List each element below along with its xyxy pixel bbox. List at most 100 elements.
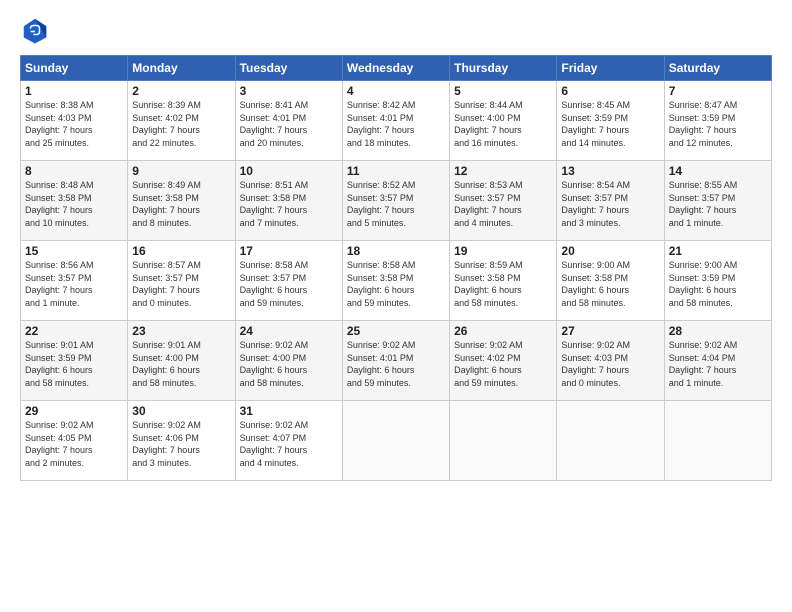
calendar-cell: 5Sunrise: 8:44 AMSunset: 4:00 PMDaylight… — [450, 81, 557, 161]
calendar-cell: 31Sunrise: 9:02 AMSunset: 4:07 PMDayligh… — [235, 401, 342, 481]
logo-icon — [20, 15, 50, 45]
calendar-cell: 9Sunrise: 8:49 AMSunset: 3:58 PMDaylight… — [128, 161, 235, 241]
day-number: 23 — [132, 324, 230, 338]
cell-info: Sunrise: 9:02 AMSunset: 4:02 PMDaylight:… — [454, 339, 552, 389]
cell-info: Sunrise: 9:02 AMSunset: 4:05 PMDaylight:… — [25, 419, 123, 469]
day-number: 18 — [347, 244, 445, 258]
calendar-cell: 14Sunrise: 8:55 AMSunset: 3:57 PMDayligh… — [664, 161, 771, 241]
day-number: 8 — [25, 164, 123, 178]
day-number: 26 — [454, 324, 552, 338]
cell-info: Sunrise: 8:53 AMSunset: 3:57 PMDaylight:… — [454, 179, 552, 229]
day-number: 28 — [669, 324, 767, 338]
calendar-cell: 11Sunrise: 8:52 AMSunset: 3:57 PMDayligh… — [342, 161, 449, 241]
cell-info: Sunrise: 8:49 AMSunset: 3:58 PMDaylight:… — [132, 179, 230, 229]
calendar-cell: 30Sunrise: 9:02 AMSunset: 4:06 PMDayligh… — [128, 401, 235, 481]
calendar-cell: 19Sunrise: 8:59 AMSunset: 3:58 PMDayligh… — [450, 241, 557, 321]
cell-info: Sunrise: 9:00 AMSunset: 3:59 PMDaylight:… — [669, 259, 767, 309]
calendar-header-saturday: Saturday — [664, 56, 771, 81]
day-number: 6 — [561, 84, 659, 98]
calendar-week-5: 29Sunrise: 9:02 AMSunset: 4:05 PMDayligh… — [21, 401, 772, 481]
calendar-week-1: 1Sunrise: 8:38 AMSunset: 4:03 PMDaylight… — [21, 81, 772, 161]
cell-info: Sunrise: 8:58 AMSunset: 3:58 PMDaylight:… — [347, 259, 445, 309]
day-number: 27 — [561, 324, 659, 338]
calendar-cell: 28Sunrise: 9:02 AMSunset: 4:04 PMDayligh… — [664, 321, 771, 401]
cell-info: Sunrise: 8:45 AMSunset: 3:59 PMDaylight:… — [561, 99, 659, 149]
day-number: 1 — [25, 84, 123, 98]
day-number: 7 — [669, 84, 767, 98]
day-number: 3 — [240, 84, 338, 98]
calendar-header-tuesday: Tuesday — [235, 56, 342, 81]
calendar-cell: 3Sunrise: 8:41 AMSunset: 4:01 PMDaylight… — [235, 81, 342, 161]
logo — [20, 15, 54, 45]
day-number: 20 — [561, 244, 659, 258]
calendar-cell: 16Sunrise: 8:57 AMSunset: 3:57 PMDayligh… — [128, 241, 235, 321]
cell-info: Sunrise: 8:59 AMSunset: 3:58 PMDaylight:… — [454, 259, 552, 309]
day-number: 12 — [454, 164, 552, 178]
calendar-week-4: 22Sunrise: 9:01 AMSunset: 3:59 PMDayligh… — [21, 321, 772, 401]
calendar-header-sunday: Sunday — [21, 56, 128, 81]
calendar-cell: 24Sunrise: 9:02 AMSunset: 4:00 PMDayligh… — [235, 321, 342, 401]
header — [20, 15, 772, 45]
calendar-cell — [664, 401, 771, 481]
day-number: 15 — [25, 244, 123, 258]
day-number: 17 — [240, 244, 338, 258]
cell-info: Sunrise: 8:58 AMSunset: 3:57 PMDaylight:… — [240, 259, 338, 309]
calendar-cell: 12Sunrise: 8:53 AMSunset: 3:57 PMDayligh… — [450, 161, 557, 241]
page: SundayMondayTuesdayWednesdayThursdayFrid… — [0, 0, 792, 496]
cell-info: Sunrise: 8:44 AMSunset: 4:00 PMDaylight:… — [454, 99, 552, 149]
calendar-cell: 2Sunrise: 8:39 AMSunset: 4:02 PMDaylight… — [128, 81, 235, 161]
calendar-cell: 26Sunrise: 9:02 AMSunset: 4:02 PMDayligh… — [450, 321, 557, 401]
cell-info: Sunrise: 9:01 AMSunset: 3:59 PMDaylight:… — [25, 339, 123, 389]
day-number: 2 — [132, 84, 230, 98]
cell-info: Sunrise: 9:00 AMSunset: 3:58 PMDaylight:… — [561, 259, 659, 309]
calendar-cell: 20Sunrise: 9:00 AMSunset: 3:58 PMDayligh… — [557, 241, 664, 321]
calendar-week-2: 8Sunrise: 8:48 AMSunset: 3:58 PMDaylight… — [21, 161, 772, 241]
day-number: 4 — [347, 84, 445, 98]
cell-info: Sunrise: 8:56 AMSunset: 3:57 PMDaylight:… — [25, 259, 123, 309]
calendar-header-thursday: Thursday — [450, 56, 557, 81]
day-number: 25 — [347, 324, 445, 338]
calendar-cell: 10Sunrise: 8:51 AMSunset: 3:58 PMDayligh… — [235, 161, 342, 241]
calendar-cell: 25Sunrise: 9:02 AMSunset: 4:01 PMDayligh… — [342, 321, 449, 401]
cell-info: Sunrise: 8:54 AMSunset: 3:57 PMDaylight:… — [561, 179, 659, 229]
calendar-header-wednesday: Wednesday — [342, 56, 449, 81]
calendar-cell — [557, 401, 664, 481]
day-number: 30 — [132, 404, 230, 418]
cell-info: Sunrise: 8:57 AMSunset: 3:57 PMDaylight:… — [132, 259, 230, 309]
calendar-cell: 1Sunrise: 8:38 AMSunset: 4:03 PMDaylight… — [21, 81, 128, 161]
cell-info: Sunrise: 9:02 AMSunset: 4:06 PMDaylight:… — [132, 419, 230, 469]
cell-info: Sunrise: 8:51 AMSunset: 3:58 PMDaylight:… — [240, 179, 338, 229]
cell-info: Sunrise: 9:02 AMSunset: 4:01 PMDaylight:… — [347, 339, 445, 389]
cell-info: Sunrise: 9:01 AMSunset: 4:00 PMDaylight:… — [132, 339, 230, 389]
calendar-header-row: SundayMondayTuesdayWednesdayThursdayFrid… — [21, 56, 772, 81]
day-number: 11 — [347, 164, 445, 178]
cell-info: Sunrise: 9:02 AMSunset: 4:00 PMDaylight:… — [240, 339, 338, 389]
day-number: 5 — [454, 84, 552, 98]
day-number: 14 — [669, 164, 767, 178]
cell-info: Sunrise: 8:48 AMSunset: 3:58 PMDaylight:… — [25, 179, 123, 229]
calendar-cell: 21Sunrise: 9:00 AMSunset: 3:59 PMDayligh… — [664, 241, 771, 321]
cell-info: Sunrise: 9:02 AMSunset: 4:03 PMDaylight:… — [561, 339, 659, 389]
day-number: 22 — [25, 324, 123, 338]
cell-info: Sunrise: 8:41 AMSunset: 4:01 PMDaylight:… — [240, 99, 338, 149]
day-number: 16 — [132, 244, 230, 258]
day-number: 13 — [561, 164, 659, 178]
cell-info: Sunrise: 9:02 AMSunset: 4:04 PMDaylight:… — [669, 339, 767, 389]
day-number: 29 — [25, 404, 123, 418]
calendar-cell: 18Sunrise: 8:58 AMSunset: 3:58 PMDayligh… — [342, 241, 449, 321]
cell-info: Sunrise: 8:39 AMSunset: 4:02 PMDaylight:… — [132, 99, 230, 149]
calendar-cell: 27Sunrise: 9:02 AMSunset: 4:03 PMDayligh… — [557, 321, 664, 401]
calendar-cell: 6Sunrise: 8:45 AMSunset: 3:59 PMDaylight… — [557, 81, 664, 161]
calendar-cell: 4Sunrise: 8:42 AMSunset: 4:01 PMDaylight… — [342, 81, 449, 161]
calendar-cell: 17Sunrise: 8:58 AMSunset: 3:57 PMDayligh… — [235, 241, 342, 321]
day-number: 24 — [240, 324, 338, 338]
cell-info: Sunrise: 9:02 AMSunset: 4:07 PMDaylight:… — [240, 419, 338, 469]
calendar-cell: 29Sunrise: 9:02 AMSunset: 4:05 PMDayligh… — [21, 401, 128, 481]
calendar-week-3: 15Sunrise: 8:56 AMSunset: 3:57 PMDayligh… — [21, 241, 772, 321]
cell-info: Sunrise: 8:42 AMSunset: 4:01 PMDaylight:… — [347, 99, 445, 149]
calendar-cell — [450, 401, 557, 481]
day-number: 19 — [454, 244, 552, 258]
cell-info: Sunrise: 8:52 AMSunset: 3:57 PMDaylight:… — [347, 179, 445, 229]
day-number: 21 — [669, 244, 767, 258]
calendar-cell: 13Sunrise: 8:54 AMSunset: 3:57 PMDayligh… — [557, 161, 664, 241]
